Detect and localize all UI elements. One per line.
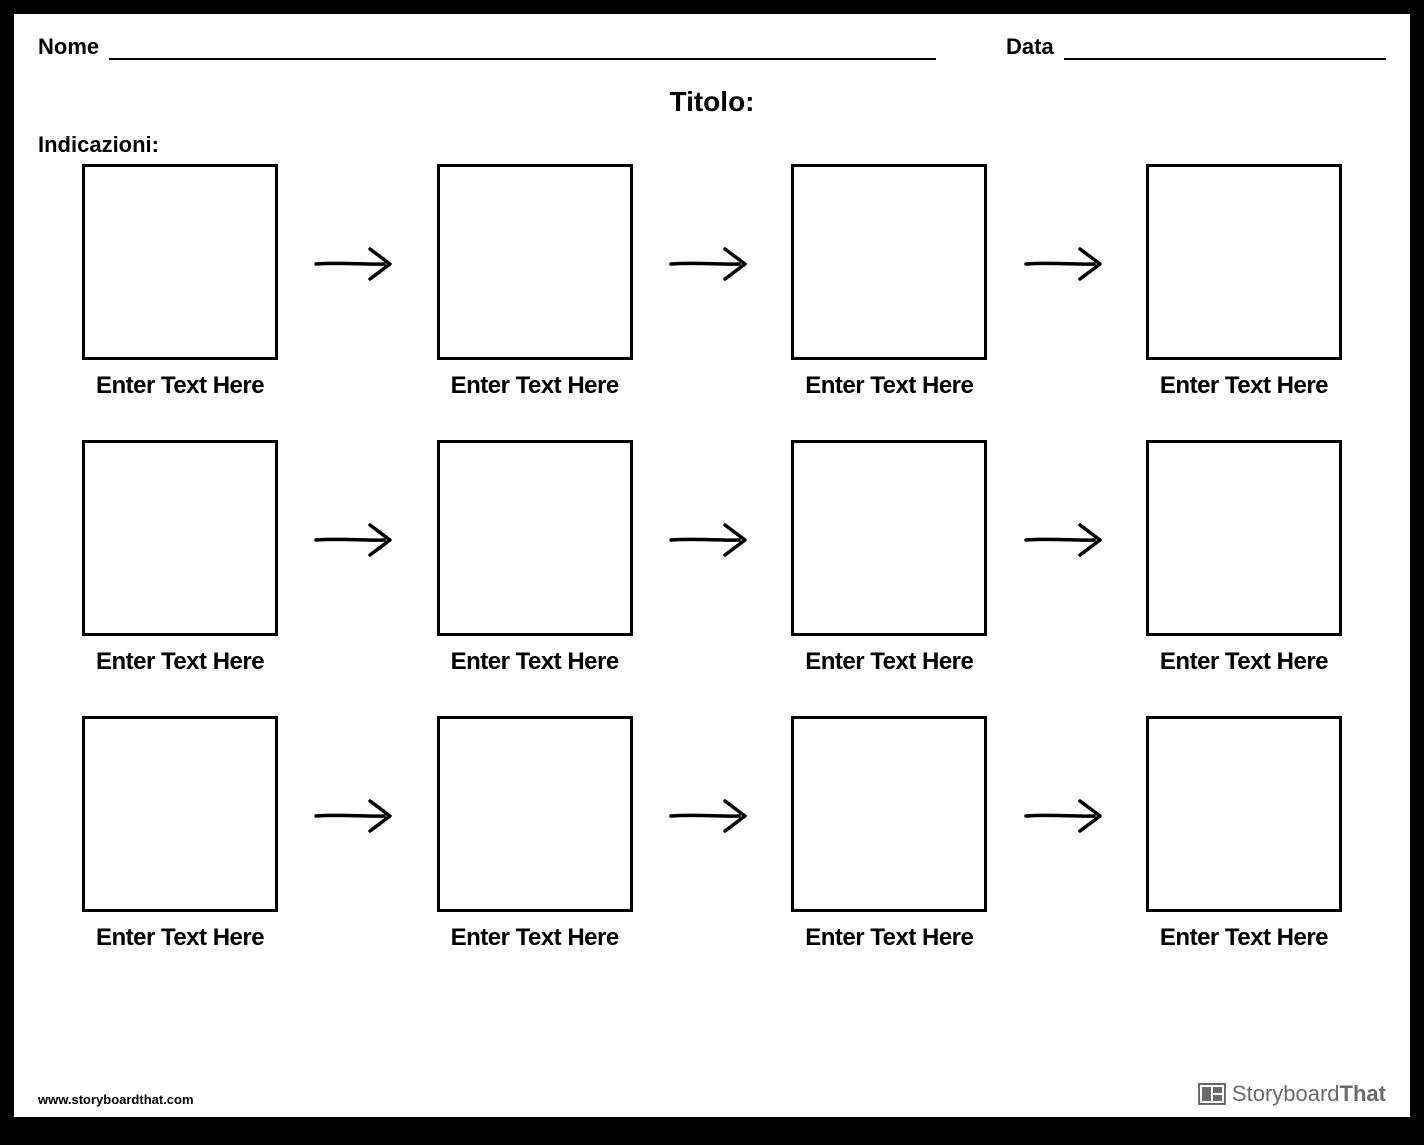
arrow-right-icon <box>667 166 757 362</box>
name-field: Nome <box>38 34 936 60</box>
arrow-right-icon <box>1022 718 1112 914</box>
name-label: Nome <box>38 34 99 60</box>
date-input-line[interactable] <box>1064 38 1386 60</box>
storyboard-box[interactable] <box>791 716 987 912</box>
storyboard-row: Enter Text Here Enter Text Here Enter Te… <box>82 164 1342 400</box>
storyboard-cell: Enter Text Here <box>791 164 987 400</box>
arrow-right-icon <box>1022 442 1112 638</box>
indications-label: Indicazioni: <box>38 132 1386 158</box>
storyboard-box[interactable] <box>82 440 278 636</box>
footer-logo: StoryboardThat <box>1198 1081 1386 1107</box>
storyboard-cell: Enter Text Here <box>437 164 633 400</box>
brand-text: StoryboardThat <box>1232 1081 1386 1107</box>
arrow-right-icon <box>312 442 402 638</box>
storyboard-box[interactable] <box>1146 164 1342 360</box>
storyboard-caption[interactable]: Enter Text Here <box>451 372 619 400</box>
brand-second: That <box>1340 1081 1386 1106</box>
header-row: Nome Data <box>38 34 1386 60</box>
brand-first: Storyboard <box>1232 1081 1340 1106</box>
storyboard-caption[interactable]: Enter Text Here <box>1160 372 1328 400</box>
storyboard-box[interactable] <box>437 440 633 636</box>
storyboard-caption[interactable]: Enter Text Here <box>96 648 264 676</box>
storyboard-cell: Enter Text Here <box>1146 440 1342 676</box>
storyboard-caption[interactable]: Enter Text Here <box>1160 924 1328 952</box>
storyboard-cell: Enter Text Here <box>791 440 987 676</box>
arrow-right-icon <box>1022 166 1112 362</box>
storyboard-box[interactable] <box>82 716 278 912</box>
storyboard-caption[interactable]: Enter Text Here <box>96 372 264 400</box>
storyboard-box[interactable] <box>791 440 987 636</box>
storyboard-caption[interactable]: Enter Text Here <box>805 924 973 952</box>
worksheet-page: Nome Data Titolo: Indicazioni: Enter Tex… <box>14 14 1410 1117</box>
storyboard-box[interactable] <box>82 164 278 360</box>
storyboard-box[interactable] <box>1146 440 1342 636</box>
arrow-right-icon <box>312 166 402 362</box>
storyboard-caption[interactable]: Enter Text Here <box>805 372 973 400</box>
storyboard-caption[interactable]: Enter Text Here <box>451 648 619 676</box>
name-input-line[interactable] <box>109 38 936 60</box>
storyboard-cell: Enter Text Here <box>82 440 278 676</box>
storyboard-caption[interactable]: Enter Text Here <box>96 924 264 952</box>
storyboard-box[interactable] <box>437 716 633 912</box>
storyboard-cell: Enter Text Here <box>1146 716 1342 952</box>
date-label: Data <box>1006 34 1054 60</box>
storyboard-cell: Enter Text Here <box>437 440 633 676</box>
storyboard-caption[interactable]: Enter Text Here <box>451 924 619 952</box>
storyboard-box[interactable] <box>437 164 633 360</box>
storyboard-row: Enter Text Here Enter Text Here Enter Te… <box>82 440 1342 676</box>
storyboard-row: Enter Text Here Enter Text Here Enter Te… <box>82 716 1342 952</box>
page-title: Titolo: <box>38 86 1386 118</box>
footer-url: www.storyboardthat.com <box>38 1092 194 1107</box>
storyboard-cell: Enter Text Here <box>437 716 633 952</box>
storyboard-box[interactable] <box>1146 716 1342 912</box>
storyboard-caption[interactable]: Enter Text Here <box>1160 648 1328 676</box>
footer: www.storyboardthat.com StoryboardThat <box>38 1081 1386 1107</box>
arrow-right-icon <box>312 718 402 914</box>
storyboard-cell: Enter Text Here <box>82 164 278 400</box>
storyboard-cell: Enter Text Here <box>791 716 987 952</box>
arrow-right-icon <box>667 442 757 638</box>
date-field: Data <box>1006 34 1386 60</box>
storyboard-grid: Enter Text Here Enter Text Here Enter Te… <box>38 164 1386 952</box>
arrow-right-icon <box>667 718 757 914</box>
storyboard-caption[interactable]: Enter Text Here <box>805 648 973 676</box>
storyboard-logo-icon <box>1198 1083 1226 1105</box>
storyboard-box[interactable] <box>791 164 987 360</box>
storyboard-cell: Enter Text Here <box>82 716 278 952</box>
storyboard-cell: Enter Text Here <box>1146 164 1342 400</box>
